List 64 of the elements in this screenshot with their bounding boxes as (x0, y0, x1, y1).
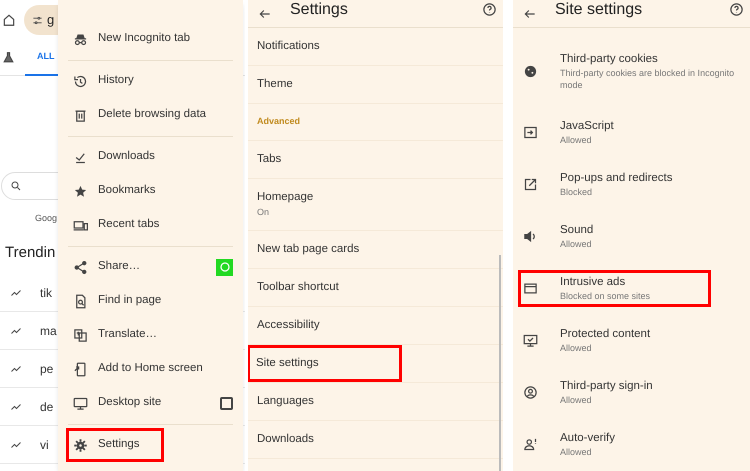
trash-icon (73, 108, 88, 122)
page-search-icon (73, 294, 88, 308)
section-heading: Trendin (5, 244, 56, 260)
option-row[interactable]: Theme (248, 66, 495, 103)
incognito-icon (73, 32, 88, 46)
menu-item[interactable]: Add to Home screen (66, 352, 206, 386)
site-setting-item[interactable]: Third-party cookies Third-party cookies are blocked in Incognito mode (518, 46, 750, 96)
menu-item[interactable]: Find in page (66, 284, 164, 318)
tune-icon (32, 14, 43, 26)
trending-link[interactable]: pe (40, 360, 54, 378)
option-row[interactable]: Site settings (248, 345, 402, 382)
person-badge-icon (523, 436, 538, 452)
footer-text: Goog (35, 213, 58, 223)
site-setting-item[interactable]: Protected content Allowed (518, 322, 750, 358)
option-row[interactable]: Downloads (248, 421, 495, 458)
page-title: Settings (290, 0, 349, 20)
option-row[interactable]: Tabs (248, 141, 495, 178)
option-row[interactable]: Notifications (248, 28, 495, 65)
option-row[interactable]: Accessibility (248, 307, 495, 344)
flask-icon (2, 51, 15, 64)
site-setting-item[interactable]: Third-party sign-in Allowed (518, 374, 750, 410)
option-row[interactable]: New tab page cards (248, 231, 495, 268)
scrollbar[interactable] (499, 255, 501, 471)
menu-item[interactable]: Delete browsing data (66, 98, 210, 132)
site-setting-item[interactable]: Auto-verify Allowed (518, 426, 750, 462)
trending-link[interactable]: vi (40, 436, 49, 454)
person-circle-icon (523, 384, 538, 400)
monitor-check-icon (523, 332, 538, 348)
help-icon (729, 2, 744, 17)
option-row[interactable]: Homepage On (248, 179, 495, 230)
menu-item[interactable]: Settings (66, 428, 164, 462)
menu-item[interactable]: Share… (66, 250, 144, 284)
menu-item[interactable]: Translate… (66, 318, 160, 352)
trending-link[interactable]: ma (40, 322, 57, 340)
external-link-icon (523, 176, 538, 192)
menu-item[interactable]: Recent tabs (66, 208, 162, 242)
site-setting-item[interactable]: Sound Allowed (518, 218, 750, 254)
site-setting-item[interactable]: Intrusive ads Blocked on some sites (518, 270, 711, 306)
menu-item[interactable]: History (66, 64, 137, 98)
page-title: Site settings (555, 0, 644, 20)
menu-item[interactable]: Bookmarks (66, 174, 159, 208)
settings-icon (73, 438, 88, 452)
phone-arrow-icon (73, 362, 88, 376)
window-icon (523, 280, 538, 296)
menu-item[interactable]: Desktop site (66, 386, 164, 420)
section-label: Advanced (257, 115, 300, 128)
star-icon (73, 184, 88, 198)
monitor-icon (73, 396, 88, 410)
option-row[interactable]: Toolbar shortcut (248, 269, 495, 306)
history-icon (73, 74, 88, 88)
site-setting-item[interactable]: Pop-ups and redirects Blocked (518, 166, 750, 202)
checkbox[interactable] (220, 396, 233, 410)
speaker-icon (523, 228, 538, 244)
home-icon (2, 13, 16, 27)
site-setting-item[interactable]: JavaScript Allowed (518, 114, 750, 150)
option-row[interactable]: Languages (248, 383, 495, 420)
trending-link[interactable]: de (40, 398, 54, 416)
share-icon (73, 260, 88, 274)
translate-icon (73, 328, 88, 342)
trending-link[interactable]: tik (40, 284, 52, 302)
search-icon (10, 180, 22, 192)
help-icon (482, 2, 497, 17)
menu-item[interactable]: Downloads (66, 140, 158, 174)
cookie-icon (523, 64, 538, 78)
